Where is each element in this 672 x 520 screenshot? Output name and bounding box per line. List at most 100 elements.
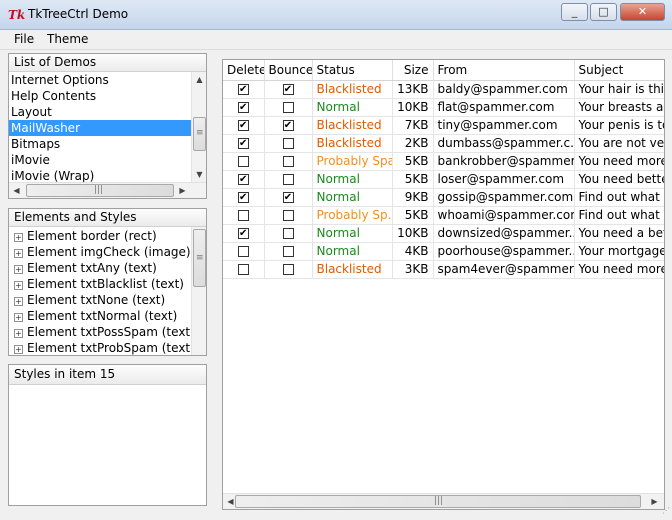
from-cell: bankrobber@spammer...: [433, 152, 575, 171]
title-bar: Tk TkTreeCtrl Demo _ □ ✕: [0, 0, 672, 30]
bounce-cell: [264, 170, 313, 189]
bounce-checkbox[interactable]: ✔: [282, 120, 294, 131]
expand-icon[interactable]: +: [14, 329, 23, 338]
scroll-up-icon[interactable]: ▲: [192, 72, 207, 87]
col-subject[interactable]: Subject: [574, 60, 664, 81]
demo-item-internet-options[interactable]: Internet Options: [9, 72, 191, 88]
expand-icon[interactable]: +: [14, 297, 23, 306]
minimize-button[interactable]: _: [561, 3, 588, 21]
demo-item-layout[interactable]: Layout: [9, 104, 191, 120]
delete-checkbox[interactable]: ✔: [237, 102, 249, 113]
expand-icon[interactable]: +: [14, 313, 23, 322]
bounce-checkbox[interactable]: [282, 264, 294, 275]
expand-icon[interactable]: +: [14, 265, 23, 274]
bounce-checkbox[interactable]: [282, 246, 294, 257]
maximize-button[interactable]: □: [590, 3, 617, 21]
delete-checkbox[interactable]: ✔: [237, 138, 249, 149]
scroll-thumb[interactable]: |||: [26, 184, 174, 197]
tree-item[interactable]: + Element txtNormal (text): [12, 308, 192, 324]
tree-item[interactable]: + Element txtProbSpam (text): [12, 340, 192, 356]
scroll-thumb[interactable]: ≡: [193, 117, 206, 151]
table-row[interactable]: ✔ Blacklisted 2KB dumbass@spammer.c... You a…: [223, 134, 664, 153]
bounce-checkbox[interactable]: ✔: [282, 192, 294, 203]
status-cell: Blacklisted: [312, 260, 393, 279]
table-row[interactable]: ✔ ✔ Blacklisted 7KB tiny@spammer.com Your pen…: [223, 116, 664, 135]
subject-cell: Your penis is to: [574, 116, 664, 135]
col-from[interactable]: From: [433, 60, 575, 81]
tree-item[interactable]: + Element border (rect): [12, 228, 192, 244]
expand-icon[interactable]: +: [14, 249, 23, 258]
delete-checkbox[interactable]: ✔: [237, 192, 249, 203]
bounce-cell: [264, 260, 313, 279]
bounce-checkbox[interactable]: [282, 174, 294, 185]
tree-item[interactable]: + Element txtBlacklist (text): [12, 276, 192, 292]
table-row[interactable]: Blacklisted 3KB spam4ever@spammer.... You n…: [223, 260, 664, 279]
table-row[interactable]: ✔ Normal 5KB loser@spammer.com You need bett…: [223, 170, 664, 189]
bounce-checkbox[interactable]: [282, 156, 294, 167]
menu-theme[interactable]: Theme: [44, 32, 91, 46]
demo-item-help-contents[interactable]: Help Contents: [9, 88, 191, 104]
table-row[interactable]: ✔ ✔ Blacklisted 13KB baldy@spammer.com Your h…: [223, 80, 664, 99]
table-row[interactable]: Probably Spa...5KBbankrobber@spammer...Y…: [223, 152, 664, 171]
delete-checkbox[interactable]: [237, 264, 249, 275]
grip-icon: |||: [434, 496, 444, 506]
col-size[interactable]: Size: [392, 60, 434, 81]
bounce-cell: [264, 242, 313, 261]
delete-cell: [223, 152, 265, 171]
scroll-left-icon[interactable]: ◀: [9, 183, 24, 198]
delete-checkbox[interactable]: [237, 246, 249, 257]
resize-grip-icon[interactable]: ⋰: [656, 506, 670, 518]
expand-icon[interactable]: +: [14, 345, 23, 354]
expand-icon[interactable]: +: [14, 281, 23, 290]
size-cell: 10KB: [392, 98, 434, 117]
demo-list-hscrollbar[interactable]: ◀ ||| ▶: [9, 182, 206, 198]
col-status[interactable]: Status: [312, 60, 393, 81]
table-row[interactable]: Probably Sp... 5KB whoami@spammer.com Find …: [223, 206, 664, 225]
table-header-row: Delete Bounce Status Size From Subject: [223, 60, 664, 81]
tree-item[interactable]: + Element txtNone (text): [12, 292, 192, 308]
demo-item-bitmaps[interactable]: Bitmaps: [9, 136, 191, 152]
status-cell: Normal: [312, 242, 393, 261]
delete-checkbox[interactable]: [237, 156, 249, 167]
delete-cell: [223, 260, 265, 279]
scroll-right-icon[interactable]: ▶: [175, 183, 190, 198]
subject-cell: Find out what y: [574, 206, 664, 225]
bounce-checkbox[interactable]: [282, 210, 294, 221]
menu-bar: File Theme: [0, 31, 672, 50]
bounce-cell: ✔: [264, 80, 313, 99]
close-button[interactable]: ✕: [620, 3, 665, 21]
tree-item[interactable]: + Element txtAny (text): [12, 260, 192, 276]
elements-vscrollbar[interactable]: ≡: [191, 227, 206, 355]
col-delete[interactable]: Delete: [223, 60, 265, 81]
bounce-checkbox[interactable]: ✔: [282, 84, 294, 95]
status-cell: Normal: [312, 170, 393, 189]
delete-checkbox[interactable]: ✔: [237, 84, 249, 95]
demo-list: Internet Options Help Contents Layout Ma…: [9, 72, 191, 184]
scroll-thumb[interactable]: ≡: [193, 229, 206, 287]
table-row[interactable]: ✔ Normal 10KB flat@spammer.com Your breasts …: [223, 98, 664, 117]
pane-sash[interactable]: [209, 53, 215, 509]
delete-checkbox[interactable]: ✔: [237, 228, 249, 239]
tree-item[interactable]: + Element imgCheck (image): [12, 244, 192, 260]
demo-list-vscrollbar[interactable]: ▲ ≡ ▼: [191, 72, 206, 182]
bounce-checkbox[interactable]: [282, 228, 294, 239]
col-bounce[interactable]: Bounce: [264, 60, 313, 81]
delete-checkbox[interactable]: ✔: [237, 174, 249, 185]
delete-cell: ✔: [223, 98, 265, 117]
table-row[interactable]: Normal 4KB poorhouse@spammer.... Your mortg…: [223, 242, 664, 261]
delete-checkbox[interactable]: ✔: [237, 120, 249, 131]
demo-item-mailwasher[interactable]: MailWasher: [9, 120, 191, 136]
mail-table: Delete Bounce Status Size From Subject ✔…: [223, 60, 664, 279]
tree-item[interactable]: + Element txtPossSpam (text): [12, 324, 192, 340]
delete-checkbox[interactable]: [237, 210, 249, 221]
scroll-down-icon[interactable]: ▼: [192, 167, 207, 182]
bounce-checkbox[interactable]: [282, 102, 294, 113]
expand-icon[interactable]: +: [14, 233, 23, 242]
mail-hscrollbar[interactable]: ◀ ||| ▶: [223, 493, 664, 509]
demo-item-imovie[interactable]: iMovie: [9, 152, 191, 168]
table-row[interactable]: ✔ ✔ Normal 9KB gossip@spammer.com Find out wh…: [223, 188, 664, 207]
menu-file[interactable]: File: [11, 32, 37, 46]
bounce-checkbox[interactable]: [282, 138, 294, 149]
scroll-thumb[interactable]: |||: [235, 495, 641, 508]
table-row[interactable]: ✔ Normal 10KB downsized@spammer.... You need…: [223, 224, 664, 243]
